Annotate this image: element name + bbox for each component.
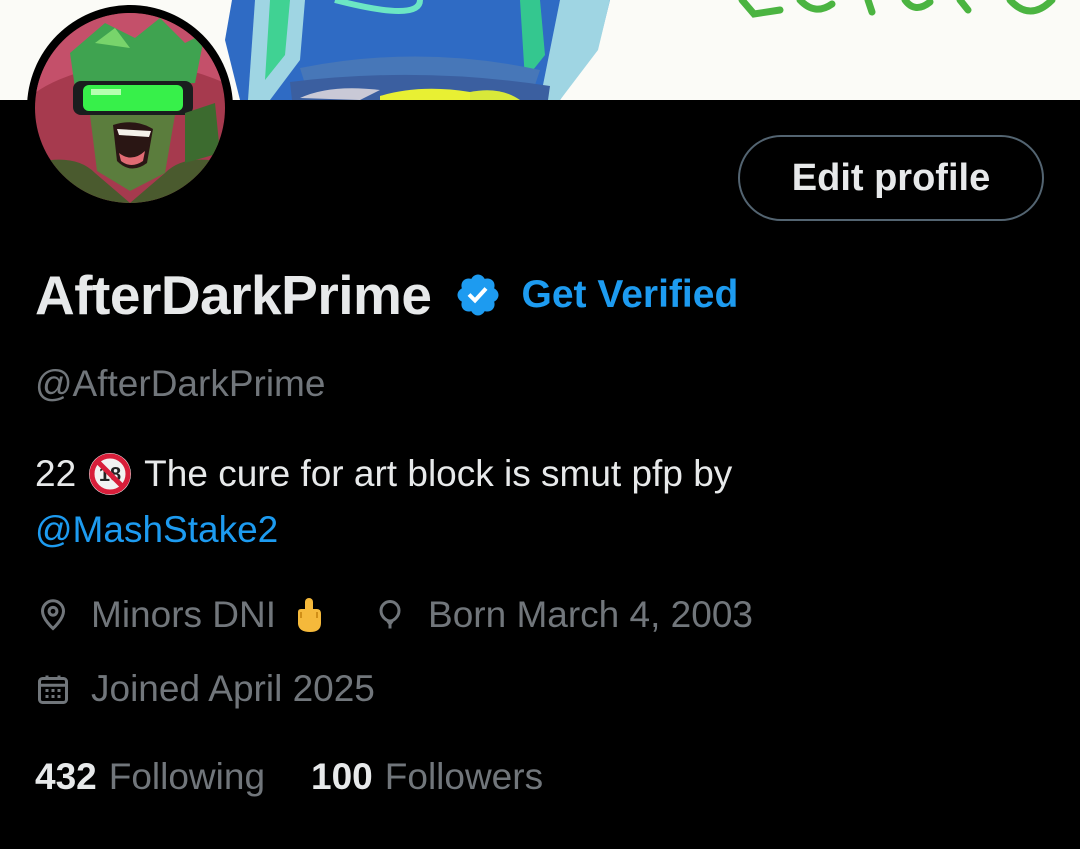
no-under-18-icon: 18 — [86, 450, 134, 498]
following-label: Following — [108, 756, 266, 797]
profile-avatar[interactable] — [27, 5, 233, 211]
profile-stats: 432 Following 100 Followers — [35, 756, 543, 798]
followers-link[interactable]: 100 Followers — [311, 756, 543, 798]
edit-profile-button[interactable]: Edit profile — [738, 135, 1044, 221]
avatar-image — [35, 13, 225, 203]
bio-text: The cure for art block is smut pfp by — [144, 453, 733, 494]
get-verified-link[interactable]: Get Verified — [522, 273, 739, 317]
profile-meta-row: Minors DNI Born March 4, 2003 — [35, 594, 753, 636]
bio-prefix: 22 — [35, 453, 77, 494]
birthday-balloon-icon — [372, 597, 408, 633]
profile-birthday: Born March 4, 2003 — [428, 594, 753, 635]
profile-joined-row: Joined April 2025 — [35, 668, 375, 710]
profile-handle: @AfterDarkPrime — [35, 363, 326, 404]
followers-label: Followers — [384, 756, 544, 797]
middle-finger-emoji — [290, 596, 328, 634]
bio-mention-link[interactable]: @MashStake2 — [35, 502, 278, 558]
followers-count: 100 — [311, 756, 373, 797]
calendar-icon — [35, 671, 71, 707]
following-link[interactable]: 432 Following — [35, 756, 265, 798]
bio-line-1: 22 18 The cure for art block is smut pfp… — [35, 446, 935, 502]
profile-bio: 22 18 The cure for art block is smut pfp… — [35, 446, 935, 558]
bio-line-2: @MashStake2 — [35, 502, 935, 558]
profile-joined-date: Joined April 2025 — [91, 668, 375, 709]
profile-location: Minors DNI — [91, 594, 277, 635]
verified-badge-icon[interactable] — [454, 271, 502, 319]
display-name: AfterDarkPrime — [35, 264, 432, 326]
location-pin-icon — [35, 597, 71, 633]
name-row: AfterDarkPrime Get Verified — [35, 262, 738, 328]
following-count: 432 — [35, 756, 97, 797]
